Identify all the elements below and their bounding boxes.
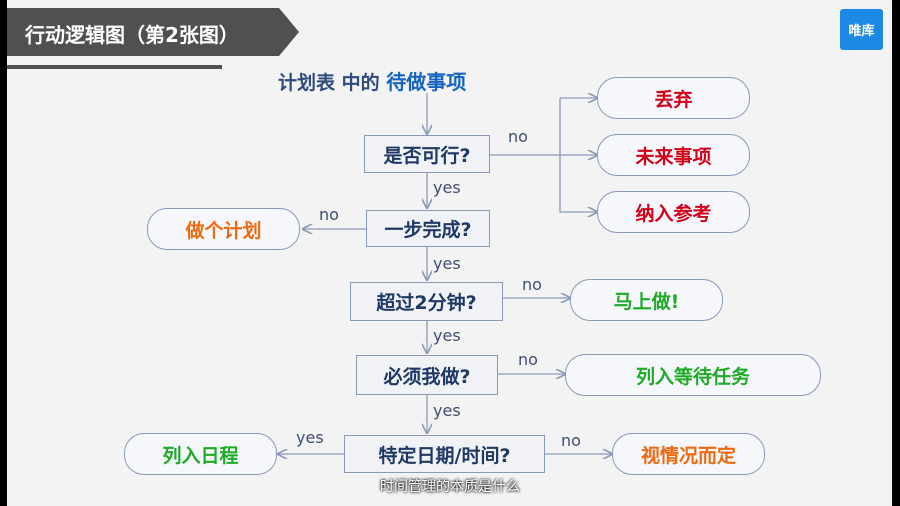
- outcome-discard: 丢弃: [597, 77, 750, 119]
- decision-two-minutes-label: 超过2分钟?: [376, 292, 477, 314]
- decision-feasible-label: 是否可行?: [383, 144, 471, 167]
- edge-label-no: no: [518, 350, 538, 369]
- edge-label-yes: yes: [433, 326, 461, 345]
- outcome-waiting-label: 列入等待任务: [635, 365, 750, 388]
- connector-lines: [0, 0, 900, 506]
- outcome-depends: 视情况而定: [612, 433, 765, 475]
- decision-must-do: 必须我做?: [356, 355, 498, 395]
- outcome-make-plan: 做个计划: [147, 208, 300, 250]
- edge-label-no: no: [319, 205, 339, 224]
- edge-label-yes: yes: [433, 178, 461, 197]
- edge-label-no: no: [508, 127, 528, 146]
- decision-specific-date-label: 特定日期/时间?: [378, 444, 511, 467]
- decision-one-step: 一步完成?: [366, 210, 490, 247]
- edge-label-yes: yes: [433, 254, 461, 273]
- outcome-schedule: 列入日程: [124, 433, 277, 475]
- outcome-do-now: 马上做!: [570, 279, 723, 321]
- arrow-to-reference: [559, 155, 597, 212]
- outcome-future-label: 未来事项: [635, 145, 712, 168]
- edge-label-no: no: [522, 275, 542, 294]
- outcome-waiting: 列入等待任务: [565, 354, 821, 396]
- edge-label-yes: yes: [296, 428, 324, 447]
- decision-one-step-label: 一步完成?: [384, 219, 472, 241]
- outcome-discard-label: 丢弃: [654, 88, 693, 111]
- edge-label-no: no: [561, 431, 581, 450]
- outcome-schedule-label: 列入日程: [162, 444, 239, 467]
- outcome-make-plan-label: 做个计划: [185, 219, 262, 242]
- outcome-do-now-label: 马上做!: [613, 290, 680, 313]
- outcome-reference-label: 纳入参考: [635, 202, 712, 225]
- decision-must-do-label: 必须我做?: [383, 365, 471, 388]
- decision-two-minutes: 超过2分钟?: [350, 282, 503, 321]
- edge-label-yes: yes: [433, 401, 461, 420]
- outcome-future: 未来事项: [597, 134, 750, 176]
- outcome-reference: 纳入参考: [597, 191, 750, 233]
- video-subtitle: 时间管理的本质是什么: [380, 479, 520, 495]
- outcome-depends-label: 视情况而定: [640, 444, 736, 467]
- decision-feasible: 是否可行?: [364, 135, 490, 173]
- decision-specific-date: 特定日期/时间?: [344, 435, 545, 473]
